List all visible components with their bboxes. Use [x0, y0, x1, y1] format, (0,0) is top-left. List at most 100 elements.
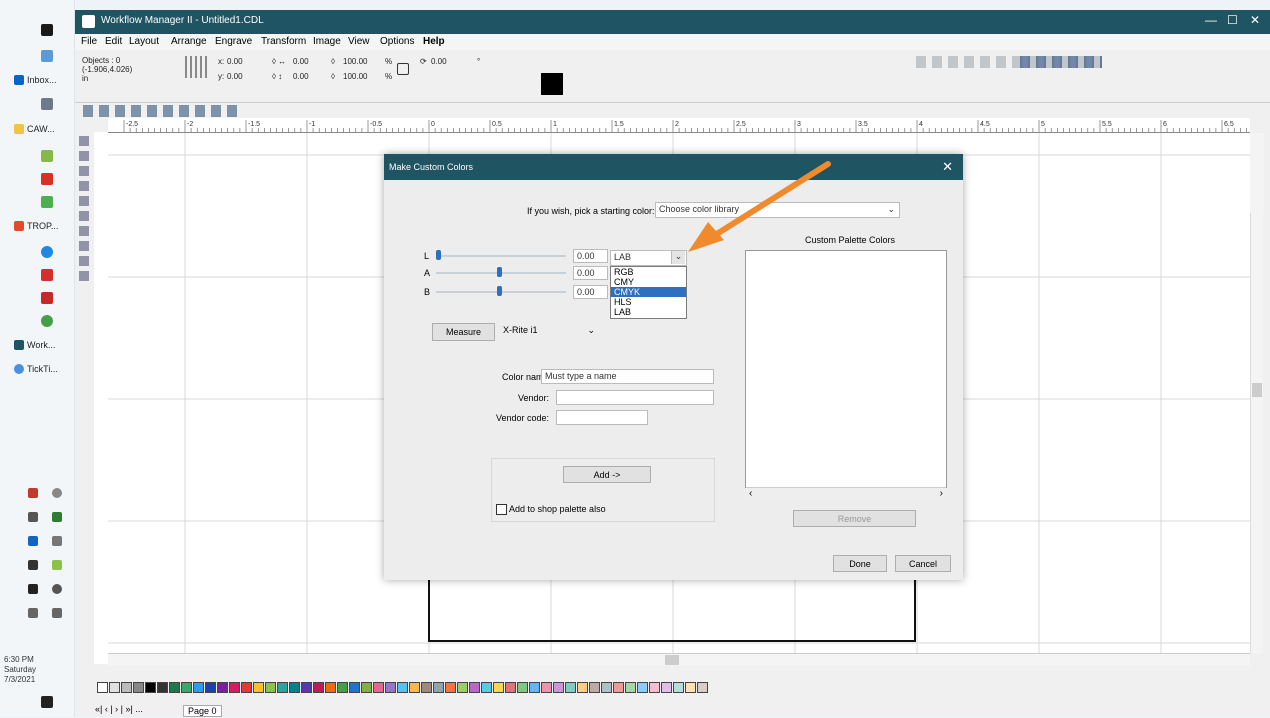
channel-l-thumb[interactable]	[436, 250, 441, 260]
scroll-right-icon[interactable]: ›	[940, 488, 943, 499]
palette-swatch[interactable]	[577, 682, 588, 693]
palette-swatch[interactable]	[253, 682, 264, 693]
channel-b-thumb[interactable]	[497, 286, 502, 296]
palette-swatch[interactable]	[553, 682, 564, 693]
spin-icon[interactable]: ◊	[331, 57, 335, 66]
add-button[interactable]: Add ->	[563, 466, 651, 483]
model-option-cmy[interactable]: CMY	[611, 277, 686, 287]
palette-swatch[interactable]	[241, 682, 252, 693]
palette-swatch[interactable]	[169, 682, 180, 693]
menu-view[interactable]: View	[348, 36, 370, 47]
close-icon[interactable]: ✕	[942, 159, 953, 175]
palette-swatch[interactable]	[493, 682, 504, 693]
taskbar-item-caw[interactable]: CAW...	[14, 124, 55, 134]
palette-swatch[interactable]	[301, 682, 312, 693]
x-value[interactable]: 0.00	[227, 57, 243, 66]
palette-swatch[interactable]	[313, 682, 324, 693]
page-tab[interactable]: Page 0	[183, 705, 222, 717]
tray-icon[interactable]	[28, 488, 38, 498]
palette-swatch[interactable]	[157, 682, 168, 693]
close-icon[interactable]: ✕	[1250, 13, 1260, 27]
volume-icon[interactable]	[52, 608, 62, 618]
scroll-thumb[interactable]	[665, 655, 679, 665]
menu-help[interactable]: Help	[423, 36, 445, 47]
menu-file[interactable]: File	[81, 36, 97, 47]
channel-b-value[interactable]: 0.00	[573, 285, 608, 299]
palette-swatch[interactable]	[325, 682, 336, 693]
model-option-rgb[interactable]: RGB	[611, 267, 686, 277]
palette-swatch[interactable]	[349, 682, 360, 693]
tool-icons[interactable]	[79, 136, 89, 284]
palette-swatch[interactable]	[97, 682, 108, 693]
channel-a-value[interactable]: 0.00	[573, 266, 608, 280]
palette-swatch[interactable]	[397, 682, 408, 693]
menu-options[interactable]: Options	[380, 36, 414, 47]
palette-swatch[interactable]	[649, 682, 660, 693]
tray-icon[interactable]	[28, 560, 38, 570]
acrobat-icon[interactable]	[41, 292, 53, 304]
palette-swatch[interactable]	[385, 682, 396, 693]
node-tools[interactable]	[1020, 56, 1102, 68]
palette-swatch[interactable]	[229, 682, 240, 693]
app-icon[interactable]	[41, 50, 53, 62]
palette-swatch[interactable]	[469, 682, 480, 693]
page-nav[interactable]: «| ‹ | › | »| ...	[95, 704, 143, 718]
app-icon[interactable]	[41, 150, 53, 162]
scale-x-value[interactable]: 100.00	[343, 57, 367, 66]
palette-swatch[interactable]	[625, 682, 636, 693]
palette-swatch[interactable]	[601, 682, 612, 693]
y-value[interactable]: 0.00	[227, 72, 243, 81]
app-icon[interactable]	[41, 269, 53, 281]
tray-icon[interactable]	[52, 560, 62, 570]
wifi-icon[interactable]	[28, 608, 38, 618]
tray-icon[interactable]	[52, 584, 62, 594]
palette-swatch[interactable]	[205, 682, 216, 693]
channel-a-thumb[interactable]	[497, 267, 502, 277]
color-name-input[interactable]: Must type a name	[541, 369, 714, 384]
palette-swatch[interactable]	[481, 682, 492, 693]
palette-swatch[interactable]	[589, 682, 600, 693]
mode-tools[interactable]	[83, 105, 243, 117]
vendor-code-input[interactable]	[556, 410, 648, 425]
taskbar-item-work[interactable]: Work...	[14, 340, 55, 350]
current-color-swatch[interactable]	[541, 73, 563, 95]
palette-swatch[interactable]	[121, 682, 132, 693]
menu-transform[interactable]: Transform	[261, 36, 306, 47]
palette-swatch[interactable]	[181, 682, 192, 693]
palette-swatch[interactable]	[133, 682, 144, 693]
palette-swatch[interactable]	[457, 682, 468, 693]
menu-engrave[interactable]: Engrave	[215, 36, 252, 47]
palette-scrollbar[interactable]: ‹ ›	[746, 487, 946, 500]
app-icon[interactable]	[41, 196, 53, 208]
palette-swatch[interactable]	[661, 682, 672, 693]
channel-l-slider[interactable]	[436, 255, 566, 257]
page-nav-icons[interactable]: «| ‹ | › | »| ...	[95, 704, 143, 714]
custom-palette-list[interactable]	[745, 250, 947, 488]
color-model-select[interactable]: LAB ⌄	[610, 250, 687, 266]
zoom-buttons[interactable]	[1250, 133, 1264, 213]
done-button[interactable]: Done	[833, 555, 887, 572]
palette-swatch[interactable]	[373, 682, 384, 693]
minimize-icon[interactable]: —	[1205, 13, 1217, 27]
palette-swatch[interactable]	[637, 682, 648, 693]
palette-swatch[interactable]	[445, 682, 456, 693]
start-icon[interactable]	[41, 24, 53, 36]
menu-arrange[interactable]: Arrange	[171, 36, 207, 47]
scale-y-value[interactable]: 100.00	[343, 72, 367, 81]
model-option-lab[interactable]: LAB	[611, 307, 686, 317]
anchor-grid-icon[interactable]	[185, 56, 209, 78]
palette-swatch[interactable]	[697, 682, 708, 693]
lock-icon[interactable]	[397, 63, 409, 75]
palette-swatch[interactable]	[361, 682, 372, 693]
clock[interactable]: 6:30 PM Saturday 7/3/2021	[4, 655, 36, 685]
app-icon[interactable]	[41, 173, 53, 185]
palette-swatch[interactable]	[685, 682, 696, 693]
menu-image[interactable]: Image	[313, 36, 341, 47]
palette-swatch[interactable]	[529, 682, 540, 693]
palette-swatch[interactable]	[517, 682, 528, 693]
notifications-icon[interactable]	[41, 696, 53, 708]
palette-swatch[interactable]	[145, 682, 156, 693]
app-icon[interactable]	[41, 98, 53, 110]
palette-swatch[interactable]	[505, 682, 516, 693]
taskbar-item-ticktick[interactable]: TickTi...	[14, 364, 58, 374]
